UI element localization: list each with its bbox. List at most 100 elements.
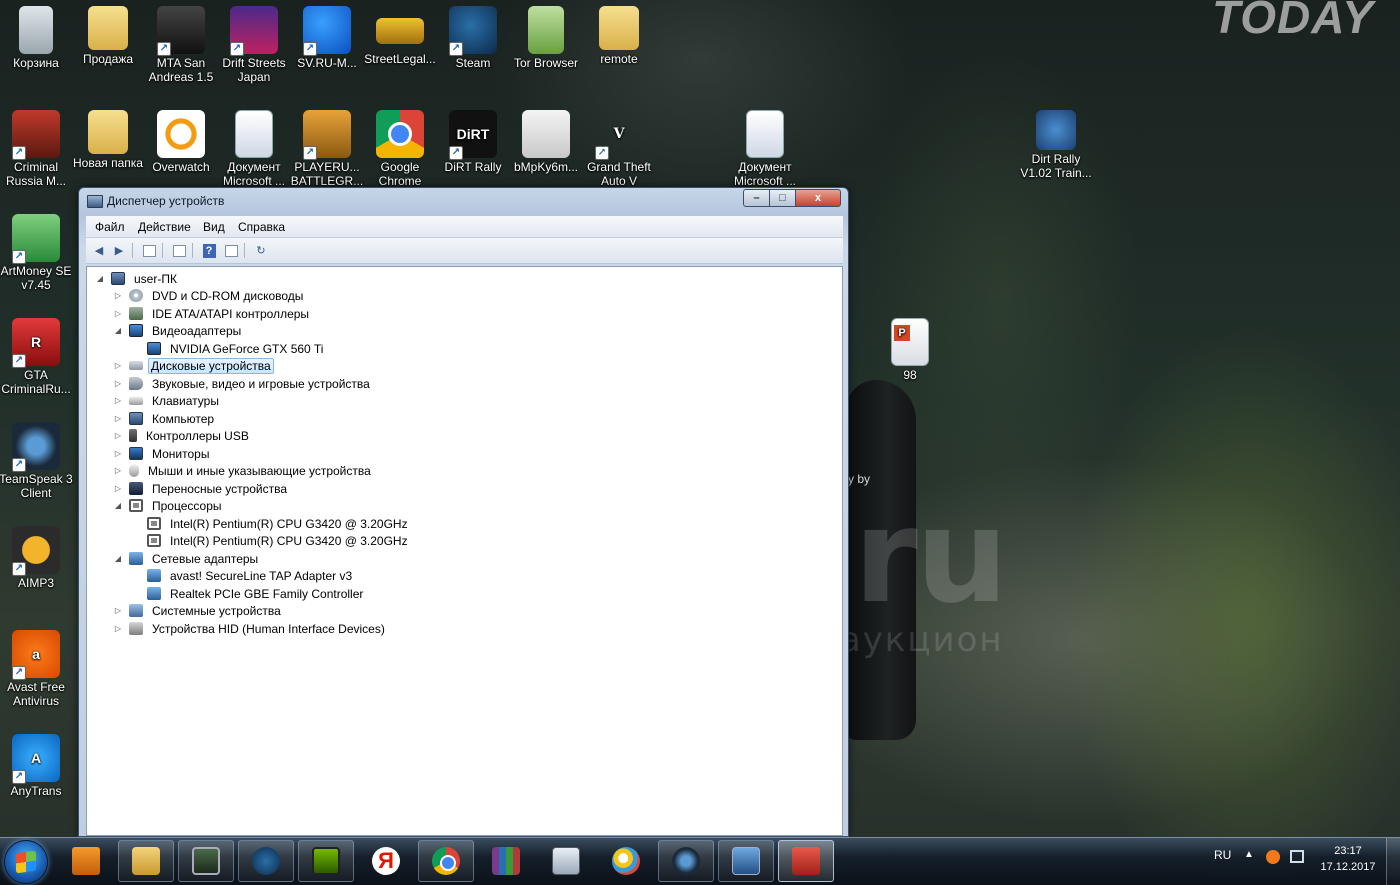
menu-view[interactable]: Вид (203, 220, 225, 234)
expand-arrow-icon[interactable]: ▷ (113, 379, 123, 388)
taskbar-device-manager[interactable] (778, 840, 834, 882)
tree-node-sound[interactable]: ▷ Звуковые, видео и игровые устройства (113, 375, 374, 392)
tree-leaf-net-2[interactable]: Realtek PCIe GBE Family Controller (147, 585, 367, 602)
taskbar-winrar[interactable] (478, 840, 534, 882)
expand-arrow-icon[interactable]: ▷ (113, 309, 123, 318)
desktop-icon-aimp3[interactable]: ↗ AIMP3 (0, 520, 74, 590)
desktop-icon-gta-criminal-russia[interactable]: R ↗ GTA CriminalRu... (0, 312, 74, 396)
tree-node-monitors[interactable]: ▷ Мониторы (113, 445, 213, 462)
desktop-icon-prodazha-folder[interactable]: Продажа (70, 0, 146, 66)
tree-node-portable[interactable]: ▷ Переносные устройства (113, 480, 291, 497)
network-tray-icon[interactable] (1290, 850, 1304, 863)
expand-arrow-icon[interactable]: ▷ (113, 361, 123, 370)
window-titlebar[interactable]: Диспетчер устройств – □ x (79, 188, 848, 216)
menu-action[interactable]: Действие (138, 220, 191, 234)
collapse-arrow-icon[interactable]: ◢ (113, 554, 123, 563)
show-desktop-button[interactable] (1386, 838, 1400, 885)
desktop-icon-file-98[interactable]: 98 (872, 312, 948, 382)
taskbar-task-manager[interactable] (178, 840, 234, 882)
tree-node-network[interactable]: ◢ Сетевые адаптеры (113, 550, 262, 567)
help-icon[interactable]: ? (200, 242, 218, 259)
tree-leaf-net-1[interactable]: avast! SecureLine TAP Adapter v3 (147, 567, 356, 584)
desktop-icon-tor-browser[interactable]: Tor Browser (508, 0, 584, 70)
language-indicator[interactable]: RU (1214, 848, 1231, 862)
desktop-icon-word-document[interactable]: Документ Microsoft ... (216, 104, 292, 188)
desktop-icon-svru[interactable]: ↗ SV.RU-M... (289, 0, 365, 70)
menu-help[interactable]: Справка (238, 220, 285, 234)
collapse-arrow-icon[interactable]: ◢ (113, 326, 123, 335)
avast-tray-icon[interactable] (1266, 850, 1280, 864)
desktop-icon-bmpkybm[interactable]: bMpKy6m... (508, 104, 584, 174)
taskbar-yandex[interactable]: Я (358, 840, 414, 882)
clock[interactable]: 23:17 17.12.2017 (1318, 843, 1378, 875)
tree-leaf-cpu-1[interactable]: Intel(R) Pentium(R) CPU G3420 @ 3.20GHz (147, 515, 412, 532)
expand-arrow-icon[interactable]: ▷ (113, 606, 123, 615)
tree-root[interactable]: ◢ user-ПК (95, 270, 181, 287)
desktop-icon-anytrans[interactable]: A ↗ AnyTrans (0, 728, 74, 798)
desktop-icon-dirt-rally[interactable]: DiRT ↗ DiRT Rally (435, 104, 511, 174)
scan-hardware-icon[interactable]: ↻ (252, 242, 270, 259)
expand-arrow-icon[interactable]: ▷ (113, 484, 123, 493)
taskbar-teamspeak[interactable] (658, 840, 714, 882)
tree-node-display-adapters[interactable]: ◢ Видеоадаптеры (113, 322, 245, 339)
desktop-icon-remote-folder[interactable]: remote (581, 0, 657, 66)
desktop-icon-mta[interactable]: ↗ MTA San Andreas 1.5 (143, 0, 219, 84)
tree-node-mice[interactable]: ▷ Мыши и иные указывающие устройства (113, 462, 375, 479)
taskbar-network[interactable] (718, 840, 774, 882)
taskbar-media-player[interactable] (58, 840, 114, 882)
start-button[interactable] (4, 840, 48, 884)
desktop-icon-drift-streets[interactable]: ↗ Drift Streets Japan (216, 0, 292, 84)
device-tree[interactable]: ◢ user-ПК ▷ DVD и CD-ROM дисководы ▷ IDE… (86, 266, 843, 836)
tree-node-computer[interactable]: ▷ Компьютер (113, 410, 218, 427)
desktop-icon-artmoney[interactable]: ↗ ArtMoney SE v7.45 (0, 208, 74, 292)
tree-node-ide[interactable]: ▷ IDE ATA/ATAPI контроллеры (113, 305, 313, 322)
expand-arrow-icon[interactable]: ▷ (113, 396, 123, 405)
taskbar-steam[interactable] (238, 840, 294, 882)
collapse-arrow-icon[interactable]: ◢ (95, 274, 105, 283)
desktop-icon-word-document-2[interactable]: Документ Microsoft ... (727, 104, 803, 188)
forward-icon[interactable]: ▶ (110, 242, 128, 259)
show-hidden-icons-icon[interactable]: ▲ (1244, 849, 1254, 860)
desktop-icon-gta-v[interactable]: V ↗ Grand Theft Auto V (581, 104, 657, 188)
expand-arrow-icon[interactable]: ▷ (113, 624, 123, 633)
desktop-icon-overwatch[interactable]: Overwatch (143, 104, 219, 174)
device-manager-window[interactable]: Диспетчер устройств – □ x Файл Действие … (78, 187, 849, 837)
desktop-icon-criminal-russia[interactable]: ↗ Criminal Russia M... (0, 104, 74, 188)
desktop-icon-street-legal[interactable]: StreetLegal... (362, 0, 438, 66)
desktop-icon-pubg[interactable]: ↗ PLAYERU... BATTLEGR... (289, 104, 365, 188)
tree-node-dvd[interactable]: ▷ DVD и CD-ROM дисководы (113, 287, 307, 304)
desktop-icon-avast[interactable]: a ↗ Avast Free Antivirus (0, 624, 74, 708)
maximize-button[interactable]: □ (769, 189, 796, 207)
taskbar-calculator[interactable] (538, 840, 594, 882)
expand-arrow-icon[interactable]: ▷ (113, 414, 123, 423)
show-hide-action-pane-icon[interactable] (222, 242, 240, 259)
taskbar-paint[interactable] (598, 840, 654, 882)
tree-leaf-cpu-2[interactable]: Intel(R) Pentium(R) CPU G3420 @ 3.20GHz (147, 532, 412, 549)
show-hide-console-tree-icon[interactable] (140, 242, 158, 259)
back-icon[interactable]: ◀ (90, 242, 108, 259)
tree-node-system[interactable]: ▷ Системные устройства (113, 602, 285, 619)
desktop-icon-recycle-bin[interactable]: Корзина (0, 0, 74, 70)
close-button[interactable]: x (795, 189, 841, 207)
properties-icon[interactable] (170, 242, 188, 259)
expand-arrow-icon[interactable]: ▷ (113, 291, 123, 300)
tree-node-hid[interactable]: ▷ Устройства HID (Human Interface Device… (113, 620, 389, 637)
desktop-icon-new-folder[interactable]: Новая папка (70, 104, 146, 170)
expand-arrow-icon[interactable]: ▷ (113, 449, 123, 458)
menu-file[interactable]: Файл (95, 220, 125, 234)
expand-arrow-icon[interactable]: ▷ (113, 431, 123, 440)
taskbar-chrome[interactable] (418, 840, 474, 882)
desktop-icon-steam[interactable]: ↗ Steam (435, 0, 511, 70)
desktop-icon-google-chrome[interactable]: Google Chrome (362, 104, 438, 188)
tree-node-usb[interactable]: ▷ Контроллеры USB (113, 427, 253, 444)
tree-leaf-gpu[interactable]: NVIDIA GeForce GTX 560 Ti (147, 340, 327, 357)
expand-arrow-icon[interactable]: ▷ (113, 466, 123, 475)
desktop-icon-dirt-rally-trainer[interactable]: Dirt Rally V1.02 Train... (1018, 104, 1094, 180)
desktop-icon-teamspeak[interactable]: ↗ TeamSpeak 3 Client (0, 416, 74, 500)
tree-node-disk-drives[interactable]: ▷ Дисковые устройства (113, 357, 274, 374)
taskbar-nvidia[interactable] (298, 840, 354, 882)
tree-node-processors[interactable]: ◢ Процессоры (113, 497, 226, 514)
minimize-button[interactable]: – (743, 189, 770, 207)
collapse-arrow-icon[interactable]: ◢ (113, 501, 123, 510)
taskbar-explorer[interactable] (118, 840, 174, 882)
